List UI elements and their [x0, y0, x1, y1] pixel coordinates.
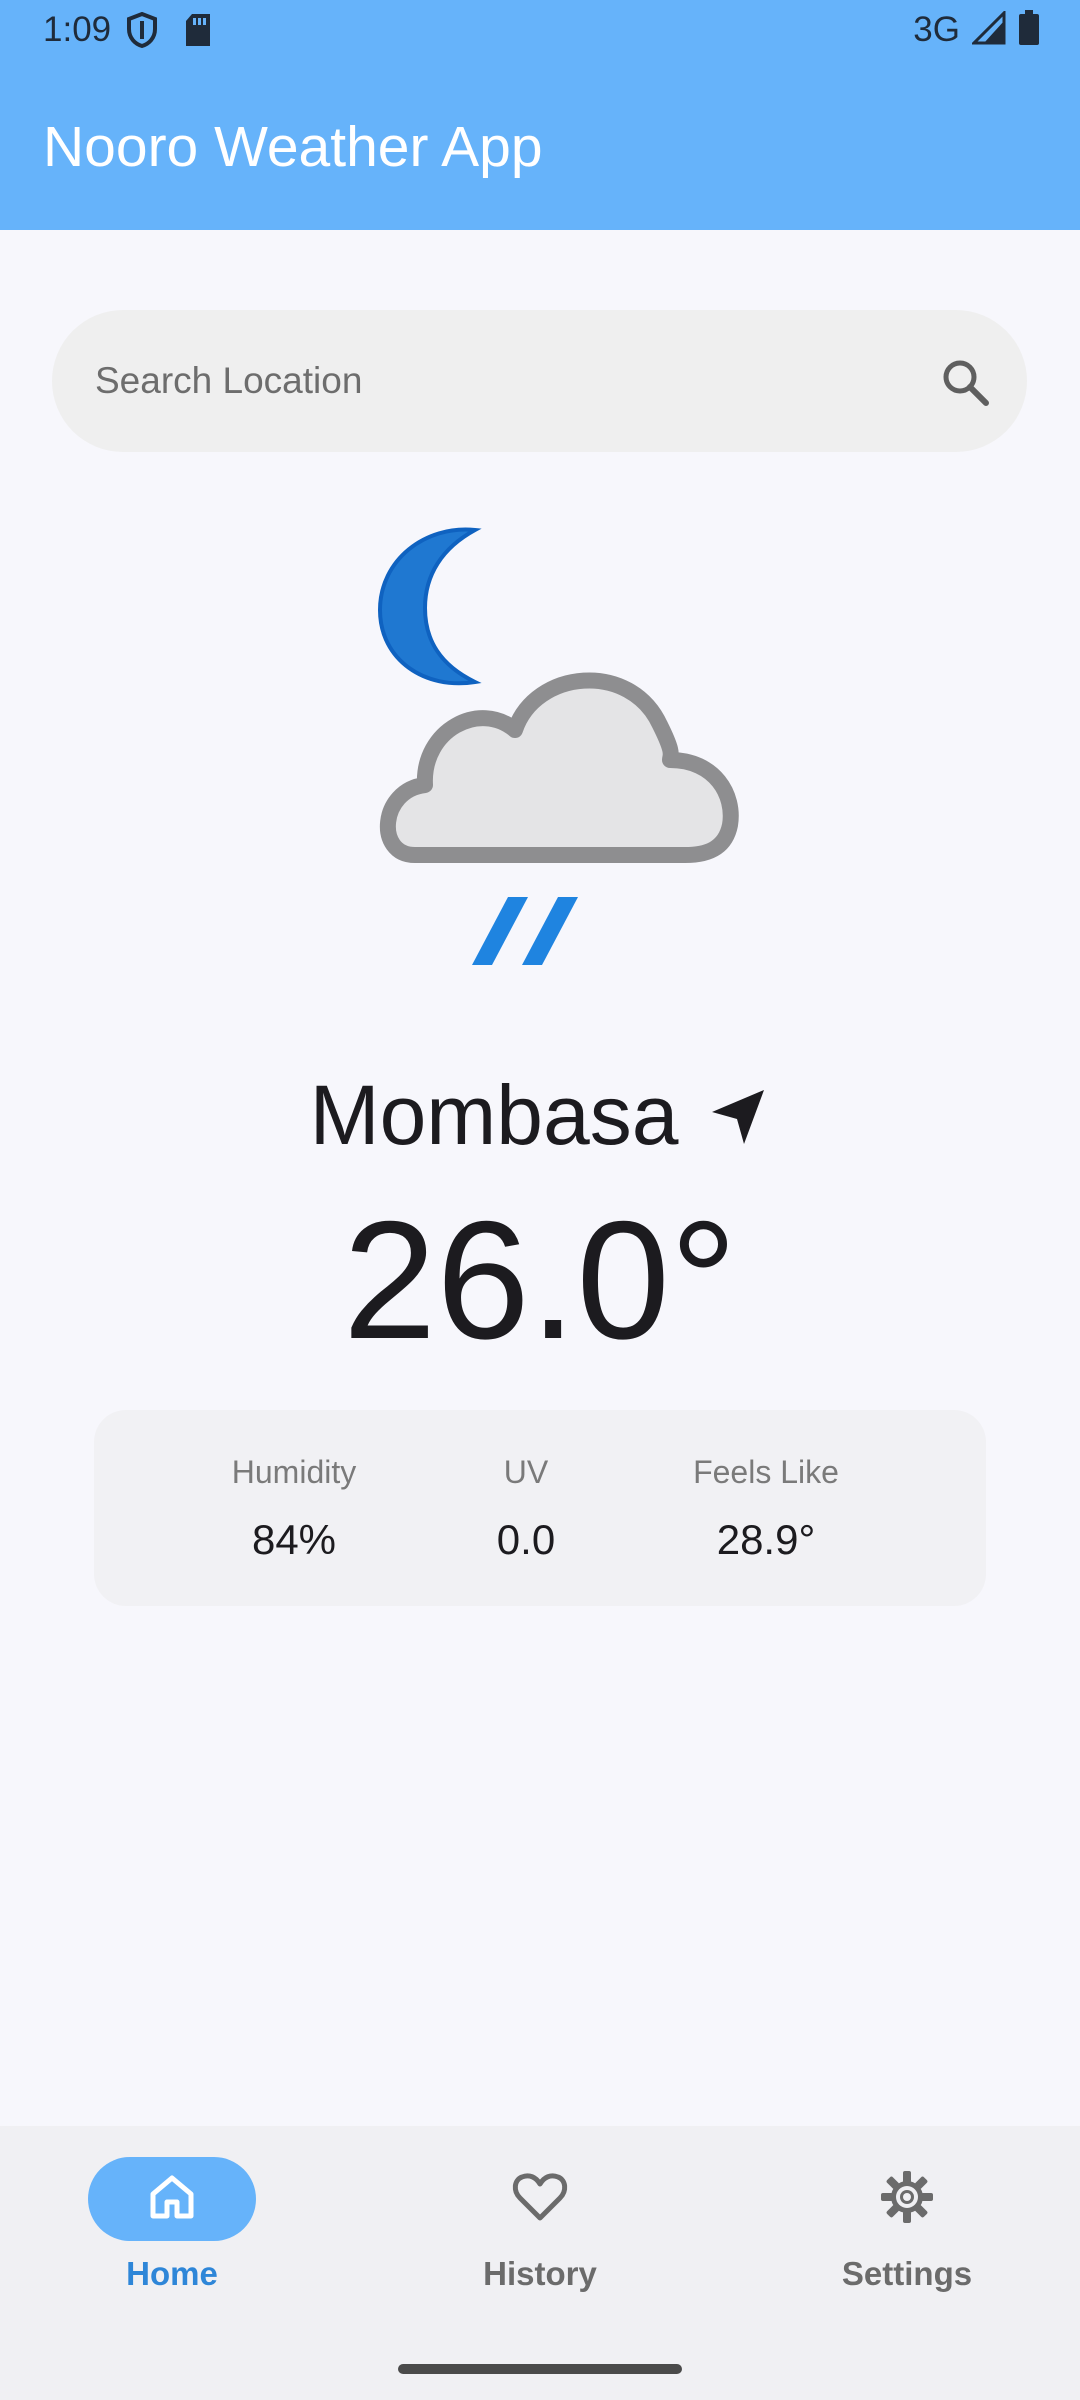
stat-feels-like: Feels Like 28.9°: [686, 1410, 846, 1606]
nav-item-home[interactable]: Home: [42, 2126, 302, 2346]
stat-label: Humidity: [231, 1454, 357, 1490]
app-title: Nooro Weather App: [43, 115, 543, 179]
city-row: Mombasa: [0, 1060, 1080, 1170]
nav-label-settings[interactable]: Settings: [777, 2254, 1037, 2294]
stat-value: 84%: [251, 1516, 337, 1563]
status-time: 1:09: [43, 10, 112, 49]
nav-pill-settings[interactable]: [823, 2157, 991, 2241]
stat-label: Feels Like: [693, 1454, 839, 1490]
gear-icon: [879, 2169, 935, 2230]
nav-item-history[interactable]: History: [410, 2126, 670, 2346]
nav-label-history[interactable]: History: [410, 2254, 670, 2294]
nav-item-settings[interactable]: Settings: [777, 2126, 1037, 2346]
stat-value: 0.0: [496, 1516, 556, 1563]
search-bar[interactable]: [52, 310, 1027, 452]
search-input[interactable]: [95, 310, 895, 452]
navigation-arrow-icon: [708, 1086, 770, 1148]
temperature: 26.0°: [342, 1186, 738, 1374]
weather-stats-card: Humidity 84% UV 0.0 Feels Like 28.9°: [94, 1410, 986, 1606]
battery-icon: [1018, 9, 1040, 51]
nav-label-home[interactable]: Home: [42, 2254, 302, 2294]
stat-value: 28.9°: [716, 1516, 816, 1563]
city-name: Mombasa: [309, 1068, 679, 1162]
signal-icon: [970, 8, 1006, 50]
nav-pill-home[interactable]: [88, 2157, 256, 2241]
shield-icon: [126, 11, 158, 53]
stat-humidity: Humidity 84%: [224, 1410, 364, 1606]
heart-icon: [512, 2171, 568, 2228]
gesture-handle[interactable]: [398, 2364, 682, 2374]
stat-uv: UV 0.0: [481, 1410, 571, 1606]
status-bar: 1:09 3G: [0, 0, 1080, 62]
search-icon[interactable]: [939, 356, 991, 408]
nav-pill-history[interactable]: [456, 2157, 624, 2241]
night-cloud-rain-icon: [330, 510, 770, 980]
status-left-icons: [126, 11, 212, 53]
app-header: 1:09 3G Nooro Weather App: [0, 0, 1080, 230]
bottom-nav: Home History Settings: [0, 2126, 1080, 2400]
status-right-icons: 3G: [913, 8, 1040, 51]
home-icon: [147, 2172, 197, 2227]
sd-card-icon: [184, 13, 212, 52]
network-type: 3G: [913, 10, 960, 49]
stat-label: UV: [503, 1454, 549, 1490]
